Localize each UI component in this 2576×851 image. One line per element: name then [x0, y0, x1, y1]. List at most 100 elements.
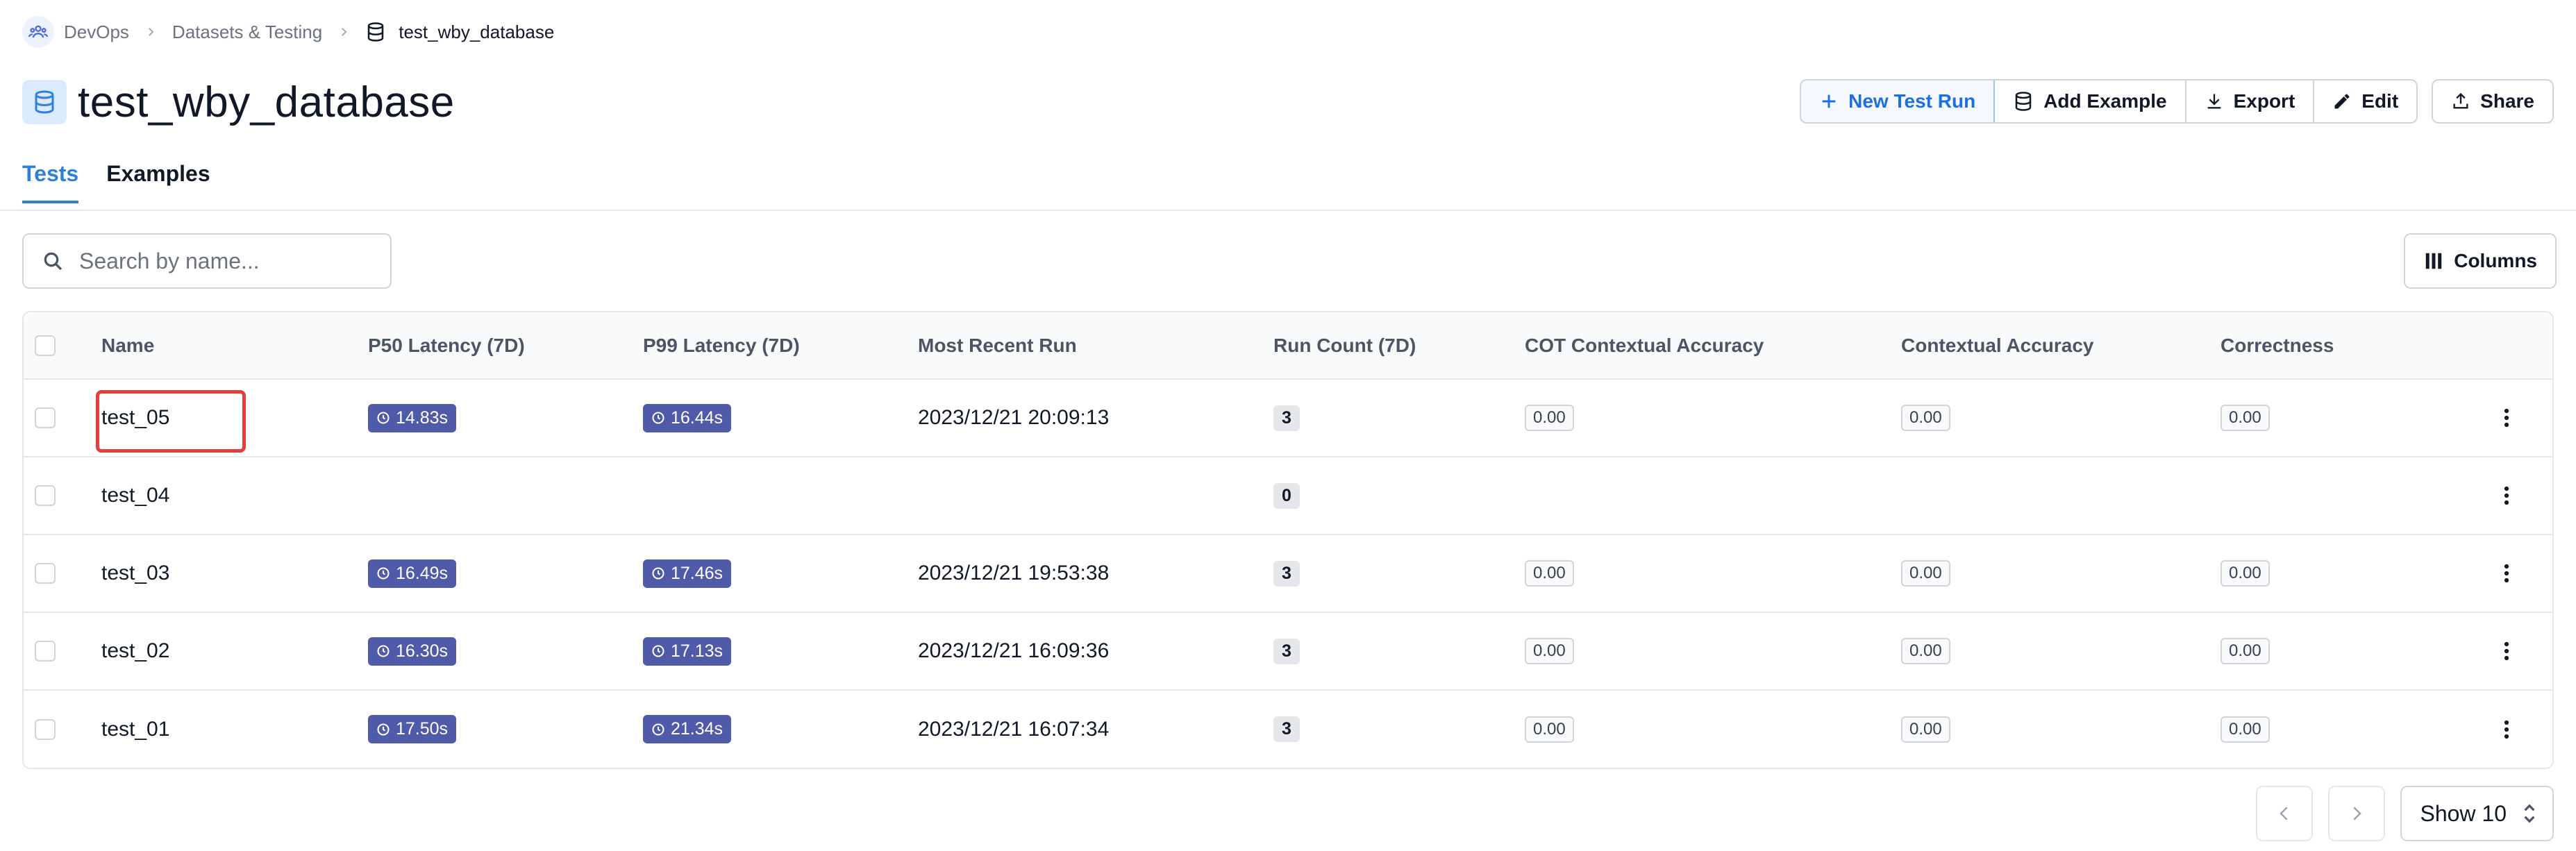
clock-icon [377, 412, 390, 424]
correctness-score: 0.00 [2220, 716, 2270, 743]
test-name-link[interactable]: test_03 [101, 562, 169, 584]
test-name-link[interactable]: test_04 [101, 484, 169, 507]
export-button[interactable]: Export [2186, 81, 2315, 122]
more-vertical-icon [2504, 641, 2509, 661]
search-icon [44, 252, 62, 271]
next-page-button[interactable] [2328, 786, 2386, 841]
cot-accuracy-score: 0.00 [1525, 560, 1574, 587]
breadcrumb-section-link[interactable]: Datasets & Testing [172, 22, 322, 43]
database-icon [365, 22, 386, 42]
column-header-p99[interactable]: P99 Latency (7D) [643, 312, 918, 380]
columns-label: Columns [2454, 250, 2537, 271]
more-vertical-icon [2504, 720, 2509, 739]
row-checkbox[interactable] [35, 407, 56, 428]
row-menu-button[interactable] [2458, 719, 2552, 740]
p99-value: 21.34s [671, 719, 724, 739]
clock-icon [377, 567, 390, 580]
page-size-select[interactable]: Show 10 [2400, 786, 2554, 841]
table-row[interactable]: test_03 16.49s 17.46s 2023/12/21 19:53:38 3 0… [24, 534, 2552, 612]
contextual-accuracy-score: 0.00 [1901, 405, 1950, 431]
row-checkbox[interactable] [35, 641, 56, 662]
test-name-link[interactable]: test_02 [101, 639, 169, 662]
plus-icon [1822, 94, 1836, 108]
add-example-button[interactable]: Add Example [1995, 81, 2186, 122]
search-box[interactable] [22, 233, 392, 289]
columns-button[interactable]: Columns [2404, 233, 2557, 289]
contextual-accuracy-score: 0.00 [1901, 560, 1950, 587]
prev-page-button[interactable] [2256, 786, 2314, 841]
chevron-right-icon [144, 26, 157, 38]
column-header-run-count[interactable]: Run Count (7D) [1273, 312, 1525, 380]
p50-value: 16.30s [396, 641, 449, 661]
p99-value: 17.46s [671, 563, 724, 583]
column-header-p50[interactable]: P50 Latency (7D) [368, 312, 643, 380]
cot-accuracy-score: 0.00 [1525, 716, 1574, 743]
columns-icon [2425, 253, 2442, 269]
correctness-score: 0.00 [2220, 638, 2270, 664]
export-label: Export [2233, 90, 2295, 112]
page-size-label: Show 10 [2420, 800, 2507, 826]
table-row[interactable]: test_04 0 [24, 457, 2552, 534]
team-icon [22, 16, 54, 48]
chevron-right-icon [2353, 807, 2362, 820]
p99-latency-badge: 17.13s [643, 637, 732, 666]
row-checkbox[interactable] [35, 563, 56, 584]
p50-latency-badge: 14.83s [368, 403, 457, 432]
cot-accuracy-score: 0.00 [1525, 638, 1574, 664]
run-count-badge: 3 [1273, 638, 1300, 664]
table-header-row: Name P50 Latency (7D) P99 Latency (7D) M… [24, 312, 2552, 380]
tab-examples[interactable]: Examples [106, 161, 210, 203]
page-header: test_wby_database [22, 78, 455, 126]
table-row[interactable]: test_01 17.50s 21.34s 2023/12/21 16:07:34 3 0… [24, 690, 2552, 768]
edit-button[interactable]: Edit [2314, 81, 2417, 122]
download-icon [2207, 94, 2220, 109]
more-vertical-icon [2504, 486, 2509, 505]
p50-latency-badge: 17.50s [368, 715, 457, 743]
test-name-link[interactable]: test_05 [101, 406, 169, 429]
table-row[interactable]: test_05 14.83s 16.44s 2023/12/21 20:09:13 3 0… [24, 379, 2552, 457]
most-recent-run: 2023/12/21 16:09:36 [918, 639, 1110, 662]
row-menu-button[interactable] [2458, 563, 2552, 584]
test-name-link[interactable]: test_01 [101, 718, 169, 741]
p99-latency-badge: 17.46s [643, 559, 732, 588]
column-header-contextual-accuracy[interactable]: Contextual Accuracy [1901, 312, 2220, 380]
edit-label: Edit [2361, 90, 2399, 112]
column-header-correctness[interactable]: Correctness [2220, 312, 2458, 380]
more-vertical-icon [2504, 408, 2509, 428]
row-checkbox[interactable] [35, 485, 56, 506]
clock-icon [652, 412, 664, 424]
breadcrumb-current: test_wby_database [399, 21, 555, 42]
row-menu-button[interactable] [2458, 407, 2552, 428]
row-menu-button[interactable] [2458, 641, 2552, 662]
select-all-checkbox[interactable] [35, 335, 56, 356]
row-checkbox[interactable] [35, 718, 56, 740]
clock-icon [377, 645, 390, 657]
tab-tests[interactable]: Tests [22, 161, 79, 203]
most-recent-run: 2023/12/21 16:07:34 [918, 717, 1110, 741]
row-menu-button[interactable] [2458, 485, 2552, 506]
p50-value: 16.49s [396, 563, 449, 583]
contextual-accuracy-score: 0.00 [1901, 716, 1950, 743]
table-row[interactable]: test_02 16.30s 17.13s 2023/12/21 16:09:36 3 0… [24, 612, 2552, 690]
column-header-name[interactable]: Name [101, 312, 368, 380]
chevron-left-icon [2280, 807, 2289, 820]
cot-accuracy-score: 0.00 [1525, 405, 1574, 431]
tests-table: Name P50 Latency (7D) P99 Latency (7D) M… [22, 311, 2554, 769]
breadcrumb-org-link[interactable]: DevOps [64, 22, 129, 43]
database-icon [22, 80, 67, 124]
run-count-badge: 3 [1273, 560, 1300, 587]
column-header-recent-run[interactable]: Most Recent Run [918, 312, 1273, 380]
pagination: Show 10 [2256, 786, 2554, 841]
p50-value: 17.50s [396, 719, 449, 739]
p99-latency-badge: 21.34s [643, 715, 732, 743]
new-test-run-button[interactable]: New Test Run [1801, 81, 1996, 122]
new-test-run-label: New Test Run [1848, 90, 1976, 112]
chevron-updown-icon [2524, 804, 2535, 823]
p99-latency-badge: 16.44s [643, 403, 732, 432]
search-input[interactable] [79, 248, 371, 274]
share-button[interactable]: Share [2432, 79, 2554, 124]
chevron-right-icon [337, 26, 350, 38]
column-header-cot-accuracy[interactable]: COT Contextual Accuracy [1525, 312, 1901, 380]
most-recent-run: 2023/12/21 19:53:38 [918, 562, 1110, 584]
clock-icon [652, 567, 664, 580]
